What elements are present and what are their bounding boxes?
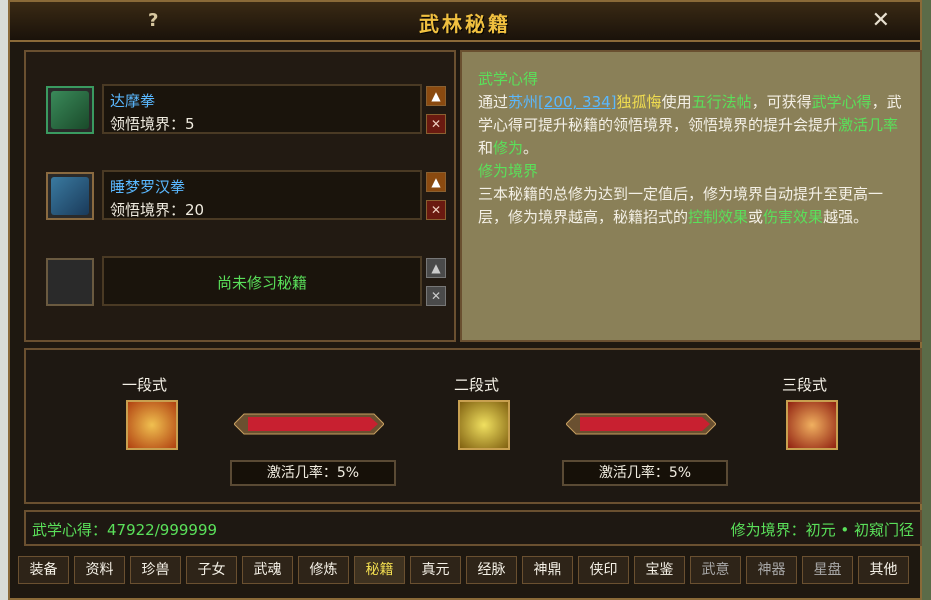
insight-points: 武学心得：47922/999999 [32, 521, 218, 539]
blue-book-icon [51, 177, 89, 215]
arrow-icon [566, 413, 716, 435]
move-up-button[interactable]: ▲ [426, 172, 446, 192]
stage-label-2: 二段式 [454, 376, 500, 394]
activation-rate-1: 激活几率：5% [230, 460, 396, 486]
tab-profile[interactable]: 资料 [74, 556, 125, 584]
tab-secrets[interactable]: 秘籍 [354, 556, 405, 584]
tab-hero-seal[interactable]: 侠印 [578, 556, 629, 584]
stage-label-1: 一段式 [122, 376, 168, 394]
book-entry-2[interactable]: 睡梦罗汉拳 领悟境界：20 [102, 170, 422, 220]
tab-children[interactable]: 子女 [186, 556, 237, 584]
stage-panel: 一段式 二段式 三段式 激活几率：5% 激活几率：5% [24, 348, 922, 504]
delete-button-disabled: ✕ [426, 286, 446, 306]
martial-secrets-window: ? 武林秘籍 ✕ 达摩拳 领悟境界：5 ▲ ✕ 睡梦罗汉拳 领悟境界：20 ▲ … [8, 0, 922, 600]
book-level: 领悟境界：20 [110, 201, 205, 219]
stage-2-icon[interactable] [458, 400, 510, 450]
book-slot-empty[interactable] [46, 258, 94, 306]
tab-meridians[interactable]: 经脉 [466, 556, 517, 584]
tab-others[interactable]: 其他 [858, 556, 909, 584]
tab-equipment[interactable]: 装备 [18, 556, 69, 584]
tab-pets[interactable]: 珍兽 [130, 556, 181, 584]
window-title: 武林秘籍 [419, 12, 511, 36]
stage-label-3: 三段式 [782, 376, 828, 394]
tab-essence[interactable]: 真元 [410, 556, 461, 584]
description-panel: 武学心得 通过苏州[200, 334]独孤悔使用五行法帖，可获得武学心得，武学心… [460, 50, 922, 342]
tab-martial-intent[interactable]: 武意 [690, 556, 741, 584]
book-slot-1[interactable] [46, 86, 94, 134]
stage-3-icon[interactable] [786, 400, 838, 450]
tab-divine-weapon[interactable]: 神器 [746, 556, 797, 584]
empty-slot-text: 尚未修习秘籍 [216, 274, 307, 292]
paragraph-cultivation: 三本秘籍的总修为达到一定值后，修为境界自动提升至更高一层，修为境界越高，秘籍招式… [478, 185, 884, 226]
green-book-icon [51, 91, 89, 129]
cultivation-realm: 修为境界：初元 • 初窥门径 [730, 521, 914, 539]
delete-button[interactable]: ✕ [426, 114, 446, 134]
arrow-icon [234, 413, 384, 435]
delete-button[interactable]: ✕ [426, 200, 446, 220]
tab-divine-cauldron[interactable]: 神鼎 [522, 556, 573, 584]
book-level: 领悟境界：5 [110, 115, 195, 133]
paragraph-insight: 通过苏州[200, 334]独孤悔使用五行法帖，可获得武学心得，武学心得可提升秘… [478, 93, 902, 157]
book-name: 睡梦罗汉拳 [110, 178, 186, 196]
heading-cultivation: 修为境界 [478, 162, 539, 180]
description-text: 武学心得 通过苏州[200, 334]独孤悔使用五行法帖，可获得武学心得，武学心… [478, 68, 906, 229]
tab-bar: 装备 资料 珍兽 子女 武魂 修炼 秘籍 真元 经脉 神鼎 侠印 宝鉴 武意 神… [18, 556, 916, 586]
stage-1-icon[interactable] [126, 400, 178, 450]
move-up-button-disabled: ▲ [426, 258, 446, 278]
tab-training[interactable]: 修炼 [298, 556, 349, 584]
book-slot-2[interactable] [46, 172, 94, 220]
book-list: 达摩拳 领悟境界：5 ▲ ✕ 睡梦罗汉拳 领悟境界：20 ▲ ✕ 尚未修习秘籍 … [24, 50, 456, 342]
book-entry-empty: 尚未修习秘籍 [102, 256, 422, 306]
status-bar: 武学心得：47922/999999 修为境界：初元 • 初窥门径 [24, 510, 922, 546]
tab-soul[interactable]: 武魂 [242, 556, 293, 584]
close-icon[interactable]: ✕ [872, 8, 890, 33]
heading-insight: 武学心得 [478, 70, 539, 88]
coordinate-link[interactable]: [200, 334] [538, 93, 617, 111]
move-up-button[interactable]: ▲ [426, 86, 446, 106]
activation-rate-2: 激活几率：5% [562, 460, 728, 486]
book-entry-1[interactable]: 达摩拳 领悟境界：5 [102, 84, 422, 134]
book-name: 达摩拳 [110, 92, 156, 110]
tab-treasure-mirror[interactable]: 宝鉴 [634, 556, 685, 584]
tab-star-disk[interactable]: 星盘 [802, 556, 853, 584]
title-bar[interactable]: ? 武林秘籍 ✕ [10, 2, 920, 42]
